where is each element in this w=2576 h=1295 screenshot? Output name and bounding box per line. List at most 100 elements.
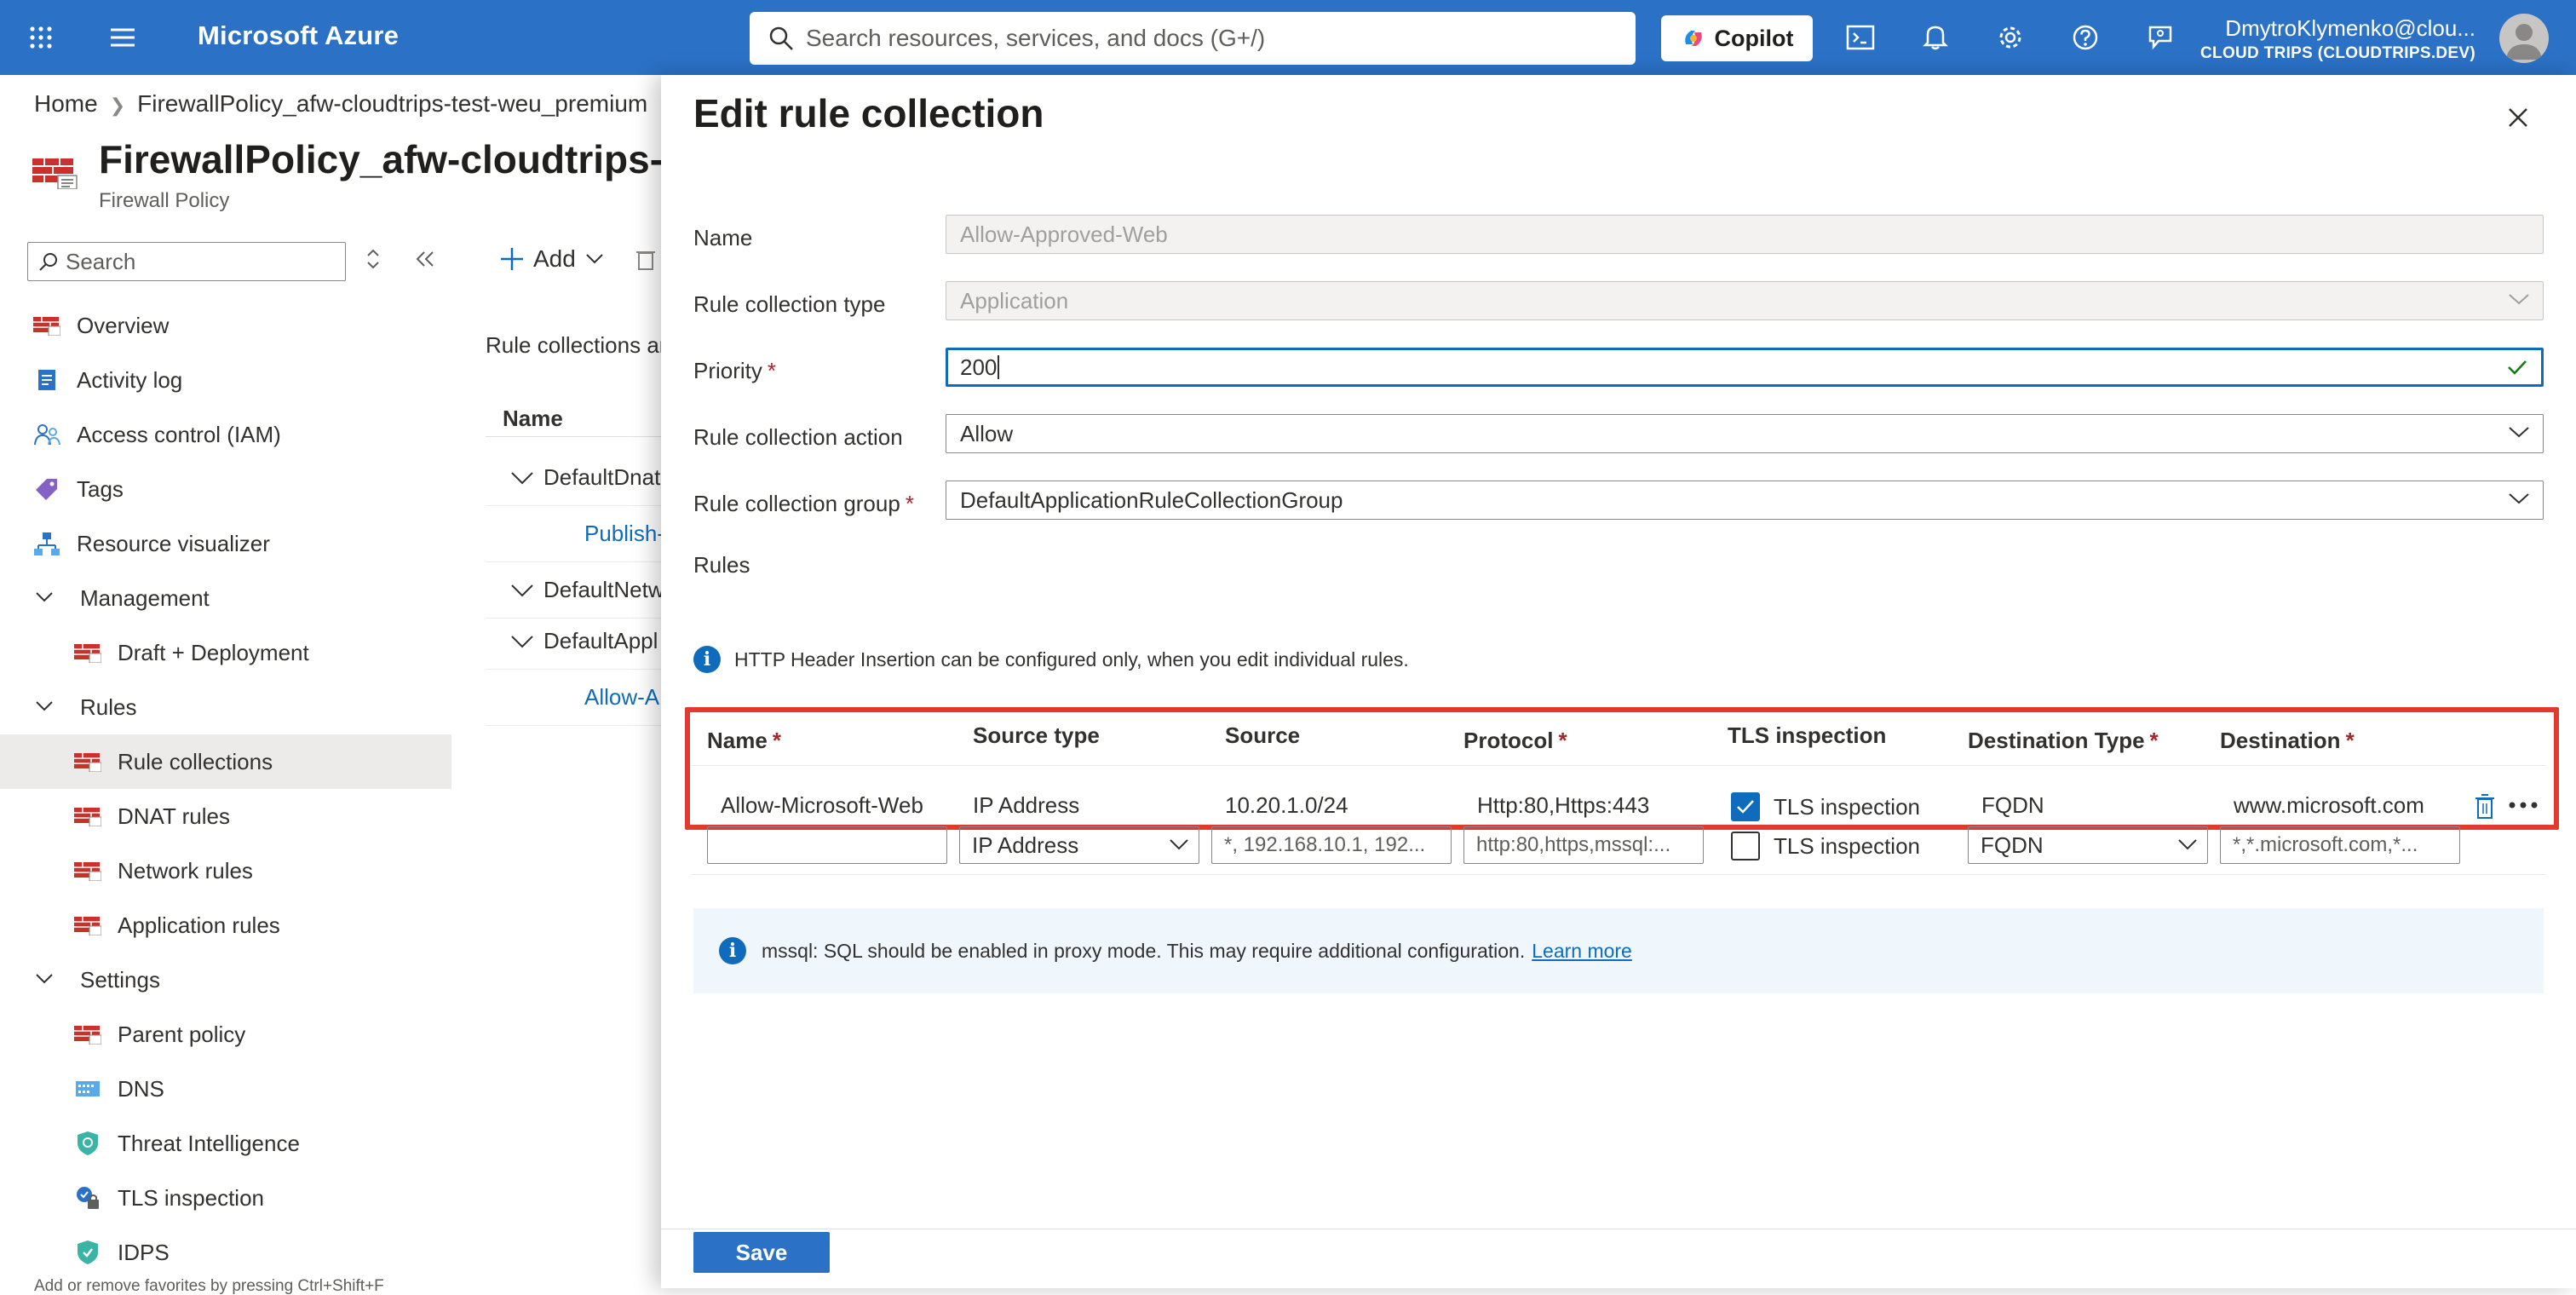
breadcrumb: Home ❯ FirewallPolicy_afw-cloudtrips-test-… [34, 90, 647, 118]
action-label: Rule collection action [693, 424, 903, 450]
info-icon: i [693, 646, 721, 673]
checkmark-icon [2508, 360, 2527, 375]
rule-collection-type-select[interactable]: Application [946, 281, 2544, 320]
app-launcher-icon[interactable] [22, 19, 60, 56]
dns-icon [73, 1077, 102, 1101]
nav-item-network-rules[interactable]: Network rules [0, 843, 451, 898]
new-rule-destination-type-select[interactable]: FQDN [1968, 826, 2208, 864]
chevron-down-icon [34, 696, 60, 718]
text-cursor [998, 355, 1000, 379]
rule-collection-row[interactable]: Allow-A [486, 670, 664, 726]
firewall-brick-icon [32, 314, 61, 337]
breadcrumb-resource[interactable]: FirewallPolicy_afw-cloudtrips-test-weu_p… [137, 90, 647, 117]
type-label: Rule collection type [693, 291, 886, 317]
nav-label: TLS inspection [118, 1184, 264, 1211]
new-rule-protocol-input[interactable]: http:80,https,mssql:... [1463, 826, 1704, 864]
plus-icon [501, 248, 523, 270]
new-rule-destination-input[interactable]: *,*.microsoft.com,*... [2220, 826, 2460, 864]
nav-item-draft-deployment[interactable]: Draft + Deployment [0, 625, 451, 680]
rule-collection-action-select[interactable]: Allow [946, 414, 2544, 453]
new-rule-source-input[interactable]: *, 192.168.10.1, 192... [1211, 826, 1452, 864]
learn-more-link[interactable]: Learn more [1532, 940, 1632, 963]
user-avatar-icon[interactable] [2499, 14, 2549, 63]
notifications-bell-icon[interactable] [1917, 19, 1954, 56]
group-value: DefaultApplicationRuleCollectionGroup [960, 486, 1343, 513]
nav-label: Settings [80, 966, 160, 993]
rule-collections-description: Rule collections ar [486, 332, 667, 358]
search-icon [769, 26, 793, 50]
chevron-down-icon [2509, 294, 2529, 305]
tag-icon [32, 477, 61, 501]
nav-item-threat-intelligence[interactable]: Threat Intelligence [0, 1116, 451, 1171]
priority-input[interactable]: 200 [946, 348, 2544, 387]
search-icon [39, 253, 57, 271]
user-name[interactable]: DmytroKlymenko@clou... [2033, 15, 2475, 42]
group-label-text: Rule collection group [693, 491, 900, 516]
nav-item-application-rules[interactable]: Application rules [0, 898, 451, 953]
collapse-nav-icon[interactable] [414, 247, 436, 277]
new-source-type-value: IP Address [972, 832, 1079, 858]
nav-item-dns[interactable]: DNS [0, 1062, 451, 1116]
nav-item-parent-policy[interactable]: Parent policy [0, 1007, 451, 1062]
row-label: DefaultNetw [543, 577, 664, 602]
nav-search-input[interactable]: Search [27, 242, 346, 281]
firewall-brick-icon [73, 750, 102, 774]
settings-gear-icon[interactable] [1992, 19, 2029, 56]
nav-item-overview[interactable]: Overview [0, 298, 451, 353]
row-label: DefaultDnat [543, 464, 661, 490]
save-button[interactable]: Save [693, 1232, 830, 1273]
chevron-down-icon [586, 254, 603, 264]
chevron-down-icon [511, 635, 533, 648]
nav-group-settings[interactable]: Settings [0, 953, 451, 1007]
shield-icon [73, 1131, 102, 1155]
sort-toggle-icon[interactable] [365, 247, 382, 277]
nav-item-tags[interactable]: Tags [0, 462, 451, 516]
new-tls-inspection-checkbox[interactable] [1731, 832, 1760, 860]
nav-group-management[interactable]: Management [0, 571, 451, 625]
cloud-shell-icon[interactable] [1842, 19, 1879, 56]
nav-item-access-control[interactable]: Access control (IAM) [0, 407, 451, 462]
top-bar: Microsoft Azure Search resources, servic… [0, 0, 2576, 75]
hamburger-menu-icon[interactable] [104, 19, 141, 56]
header-insertion-info: i HTTP Header Insertion can be configure… [693, 646, 1409, 673]
copilot-button[interactable]: Copilot [1661, 15, 1813, 61]
nav-label: DNS [118, 1075, 164, 1102]
new-rule-name-input[interactable] [707, 826, 947, 864]
nav-item-activity-log[interactable]: Activity log [0, 353, 451, 407]
chevron-down-icon [2509, 493, 2529, 504]
name-field[interactable]: Allow-Approved-Web [946, 215, 2544, 254]
rule-collection-group-row[interactable]: DefaultAppl [486, 613, 664, 670]
certificate-lock-icon [73, 1186, 102, 1210]
activity-log-icon [32, 368, 61, 392]
nav-item-rule-collections[interactable]: Rule collections [0, 734, 451, 789]
nav-group-rules[interactable]: Rules [0, 680, 451, 734]
priority-label: Priority * [693, 358, 776, 384]
chevron-down-icon [1170, 839, 1188, 850]
firewall-brick-icon [73, 641, 102, 665]
nav-item-resource-visualizer[interactable]: Resource visualizer [0, 516, 451, 571]
brand-title[interactable]: Microsoft Azure [198, 20, 399, 51]
mssql-info-text: mssql: SQL should be enabled in proxy mo… [762, 939, 1526, 962]
grid-row-divider [692, 874, 2545, 875]
global-search-input[interactable]: Search resources, services, and docs (G+… [750, 12, 1636, 65]
action-value: Allow [960, 420, 1014, 446]
rule-collection-row[interactable]: Publish- [486, 506, 664, 562]
info-icon: i [719, 937, 746, 964]
name-label: Name [693, 225, 753, 250]
nav-item-dnat-rules[interactable]: DNAT rules [0, 789, 451, 843]
nav-item-idps[interactable]: IDPS [0, 1225, 451, 1280]
chevron-down-icon [511, 471, 533, 484]
user-directory[interactable]: CLOUD TRIPS (CLOUDTRIPS.DEV) [2033, 44, 2475, 63]
copilot-label: Copilot [1714, 25, 1794, 51]
highlight-box [685, 707, 2559, 830]
nav-item-tls-inspection[interactable]: TLS inspection [0, 1171, 451, 1225]
rule-collection-group-select[interactable]: DefaultApplicationRuleCollectionGroup [946, 481, 2544, 520]
breadcrumb-home[interactable]: Home [34, 90, 98, 117]
rule-collection-group-row[interactable]: DefaultDnat [486, 450, 664, 506]
close-icon[interactable] [2501, 101, 2535, 135]
breadcrumb-separator-icon: ❯ [109, 95, 126, 116]
copilot-icon [1684, 31, 1702, 46]
new-rule-source-type-select[interactable]: IP Address [959, 826, 1199, 864]
add-button[interactable]: Add [499, 245, 656, 273]
rule-collection-group-row[interactable]: DefaultNetw [486, 562, 664, 619]
